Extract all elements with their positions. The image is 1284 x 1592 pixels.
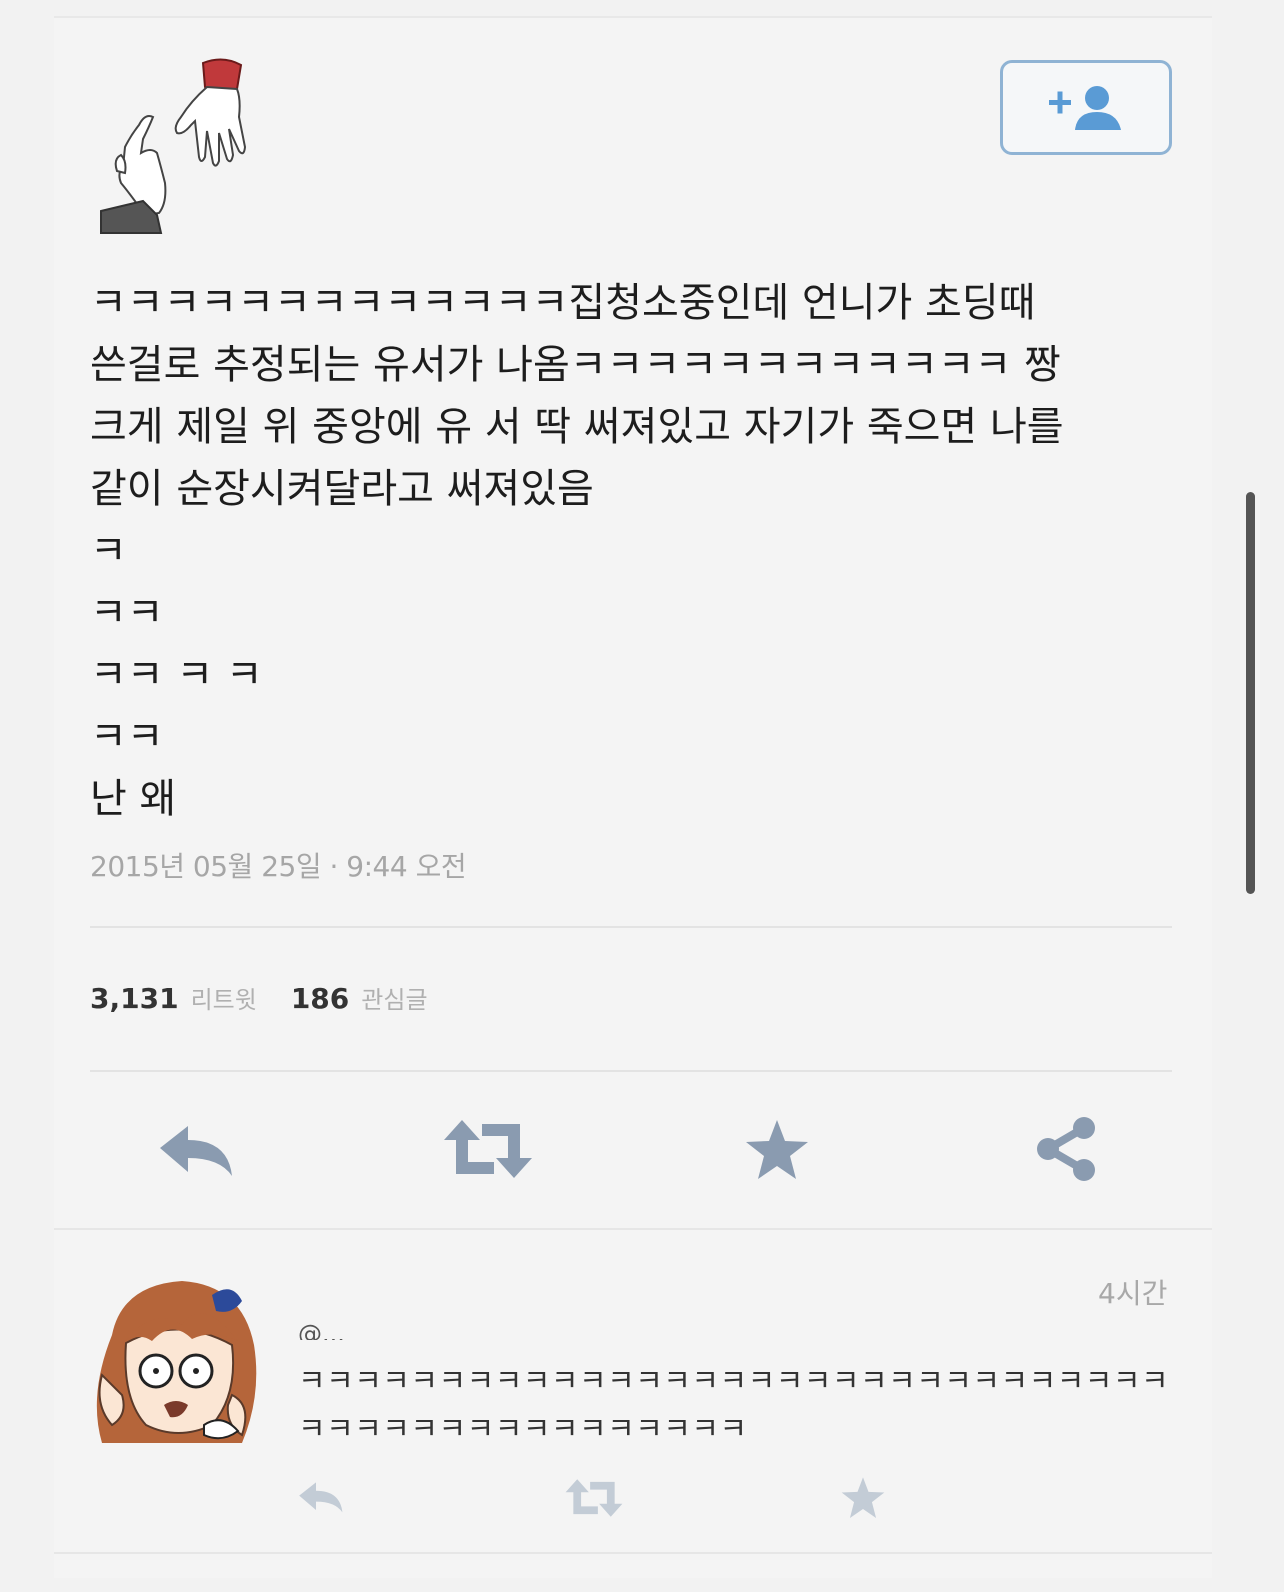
share-icon	[1037, 1117, 1095, 1181]
reply-retweet-button[interactable]	[564, 1478, 624, 1522]
reply-timestamp: 4시간	[1098, 1277, 1168, 1310]
reply-handle[interactable]: @...	[298, 1320, 345, 1340]
section-divider	[54, 1552, 1212, 1554]
tweet-line: ㅋㅋㅋㅋㅋㅋㅋㅋㅋㅋㅋㅋㅋ집청소중인데 언니가 초딩때	[90, 280, 1036, 326]
divider	[90, 1070, 1172, 1072]
reply-icon	[160, 1126, 232, 1176]
scrollbar[interactable]	[1246, 492, 1255, 894]
reply-button[interactable]	[158, 1122, 238, 1186]
tweet-stats: 3,131 리트윗 186 관심글	[90, 980, 462, 1015]
reply-avatar[interactable]	[92, 1275, 264, 1445]
top-divider	[54, 16, 1212, 18]
reply-text: ㅋㅋㅋㅋㅋㅋㅋㅋㅋㅋㅋㅋㅋㅋㅋㅋㅋㅋㅋㅋㅋㅋㅋㅋㅋㅋㅋㅋㅋㅋㅋㅋㅋㅋㅋㅋㅋㅋㅋㅋ…	[298, 1364, 1170, 1447]
tweet-line: ㅋㅋ	[90, 590, 164, 636]
star-icon	[746, 1120, 808, 1179]
tweet-line: 쓴걸로 추정되는 유서가 나옴ㅋㅋㅋㅋㅋㅋㅋㅋㅋㅋㅋㅋ 짱	[90, 342, 1061, 388]
follow-button[interactable]	[1000, 60, 1172, 155]
tweet-line: 난 왜	[90, 776, 177, 822]
profile-avatar[interactable]	[95, 55, 260, 240]
retweet-label[interactable]: 리트윗	[191, 980, 257, 1015]
favorite-button[interactable]	[744, 1118, 810, 1186]
tweet-line: 크게 제일 위 중앙에 유 서 딱 써져있고 자기가 죽으면 나를	[90, 404, 1064, 450]
star-icon	[841, 1477, 885, 1518]
tweet-line: ㅋㅋ	[90, 714, 164, 760]
tweet-line: 같이 순장시켜달라고 써져있음	[90, 466, 594, 512]
reply-reply-button[interactable]	[298, 1480, 346, 1520]
retweet-count[interactable]: 3,131	[90, 982, 179, 1015]
tweet-line: ㅋㅋ ㅋ ㅋ	[90, 652, 263, 698]
retweet-button[interactable]	[442, 1118, 534, 1184]
retweet-icon	[444, 1120, 532, 1178]
tweet-text: ㅋㅋㅋㅋㅋㅋㅋㅋㅋㅋㅋㅋㅋ집청소중인데 언니가 초딩때 쓴걸로 추정되는 유서가…	[90, 272, 1180, 830]
reply-favorite-button[interactable]	[840, 1476, 886, 1524]
retweet-icon	[565, 1479, 623, 1517]
reply-icon	[299, 1482, 343, 1513]
tweet-timestamp[interactable]: 2015년 05월 25일 · 9:44 오전	[90, 845, 467, 885]
favorite-count[interactable]: 186	[291, 982, 349, 1015]
share-button[interactable]	[1032, 1114, 1102, 1188]
divider	[90, 926, 1172, 928]
section-divider	[54, 1228, 1212, 1230]
add-user-icon	[1049, 85, 1121, 130]
tweet-line: ㅋ	[90, 528, 127, 574]
favorite-label[interactable]: 관심글	[361, 980, 427, 1015]
